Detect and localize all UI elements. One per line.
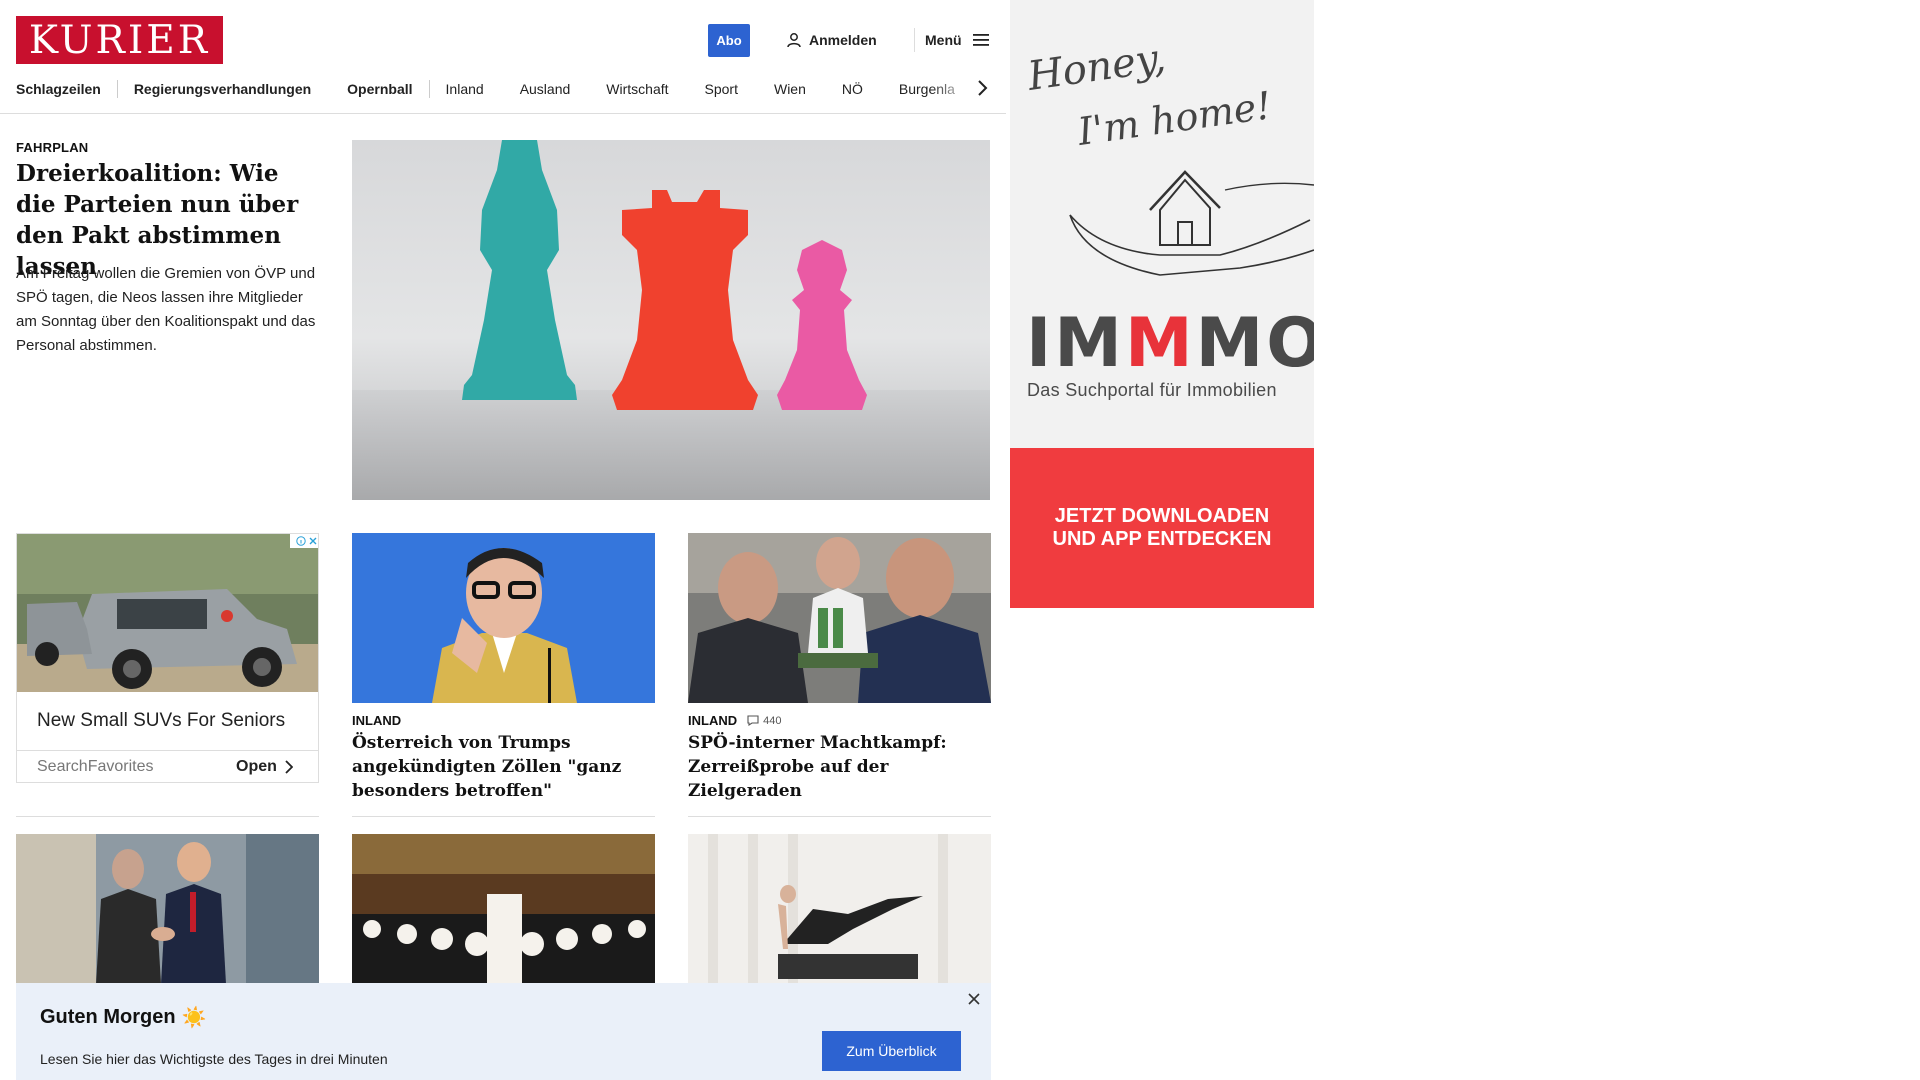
audience-illustration [688,533,991,703]
immmo-side-ad[interactable]: Honey, I'm home! IMMMO Das Suchportal fü… [1010,0,1314,608]
briefing-text: Lesen Sie hier das Wichtigste des Tages … [40,1051,388,1067]
ad-image-suv [17,534,318,692]
morning-briefing-banner: Guten Morgen ☀️ Lesen Sie hier das Wicht… [16,983,991,1080]
card-headline[interactable]: Österreich von Trumps angekündigten Zöll… [352,731,655,803]
download-app-button[interactable]: JETZT DOWNLOADEN UND APP ENTDECKEN [1010,448,1314,608]
ad-script-line-1: Honey, [1024,40,1168,100]
nav-item-ausland[interactable]: Ausland [520,81,571,97]
close-icon [309,537,317,545]
card-kicker: INLAND 440 [688,713,781,728]
ad-script-line-2: I'm home! [1074,83,1274,154]
nav-item-opernball[interactable]: Opernball [347,81,412,97]
login-label: Anmelden [809,32,877,48]
card-kicker-label: INLAND [352,713,402,728]
ad-open-label: Open [236,758,277,775]
overview-button[interactable]: Zum Überblick [822,1031,961,1071]
opernball-illustration [352,834,655,984]
chevron-right-icon [285,760,293,774]
briefing-title-text: Guten Morgen [40,1006,176,1028]
login-button[interactable]: Anmelden [786,28,877,52]
section-nav: Schlagzeilen Regierungsverhandlungen Ope… [16,76,991,102]
card-headline[interactable]: SPÖ-interner Machtkampf: Zerreißprobe au… [688,731,991,803]
menu-button[interactable]: Menü [925,28,990,52]
row-divider [352,816,655,817]
logo-text: KURIER [28,17,211,63]
info-icon [296,536,306,546]
ad-title[interactable]: New Small SUVs For Seniors [37,710,285,732]
close-icon[interactable] [966,991,982,1007]
suv-illustration [17,534,318,692]
cta-line-2: UND APP ENTDECKEN [1052,528,1272,550]
menu-label: Menü [925,32,962,48]
nav-item-schlagzeilen[interactable]: Schlagzeilen [16,81,101,97]
ad-source: SearchFavorites [37,758,154,775]
abo-button[interactable]: Abo [708,24,750,57]
immmo-logo: IMMMO [1026,310,1314,378]
briefing-title: Guten Morgen ☀️ [40,1005,206,1030]
card-image-pilates[interactable] [688,834,991,984]
user-icon [787,33,801,48]
card-kicker: INLAND [352,713,401,728]
header-divider [914,28,915,52]
card-kicker-label: INLAND [688,713,738,728]
brand-part-3: MO [1195,304,1314,383]
nav-divider [116,80,118,98]
handshake-illustration [16,834,319,984]
comment-count-value: 440 [763,714,782,727]
speaker-illustration [352,533,655,703]
kurier-logo[interactable]: KURIER [16,16,223,64]
card-image-opernball[interactable] [352,834,655,984]
lead-teaser[interactable]: Am Freitag wollen die Gremien von ÖVP un… [16,262,316,358]
cta-line-1: JETZT DOWNLOADEN [1054,505,1270,527]
nav-item-sport[interactable]: Sport [705,81,738,97]
chess-pieces-illustration [352,140,990,500]
sponsored-ad-card[interactable]: New Small SUVs For Seniors SearchFavorit… [16,533,319,783]
ad-divider [17,750,318,751]
nav-item-noe[interactable]: NÖ [842,81,863,97]
card-image-handshake[interactable] [16,834,319,984]
nav-item-inland[interactable]: Inland [446,81,484,97]
ad-open-button[interactable]: Open [236,758,293,776]
chevron-right-icon[interactable] [974,78,990,98]
sun-icon: ☀️ [181,1007,207,1029]
brand-part-2: M [1124,304,1196,383]
immmo-tagline: Das Suchportal für Immobilien [1027,380,1277,400]
hamburger-icon [972,34,989,46]
ad-choices-badge[interactable] [290,534,318,548]
nav-item-regierungsverhandlungen[interactable]: Regierungsverhandlungen [134,81,311,97]
hand-house-illustration: Honey, I'm home! [1024,40,1314,276]
comment-icon [747,715,759,726]
lead-kicker: FAHRPLAN [16,140,89,155]
brand-part-1: IM [1026,304,1125,383]
site-header: KURIER Abo Anmelden Menü Schlagzeilen Re… [0,0,1006,114]
card-image-speaker[interactable] [352,533,655,703]
pilates-illustration [688,834,991,984]
site-main: KURIER Abo Anmelden Menü Schlagzeilen Re… [0,0,1006,1080]
comment-count[interactable]: 440 [747,715,781,727]
row-divider [688,816,991,817]
nav-item-wirtschaft[interactable]: Wirtschaft [606,81,668,97]
card-image-audience[interactable] [688,533,991,703]
row-divider [16,816,319,817]
lead-image-chess-pieces[interactable] [352,140,990,500]
nav-item-wien[interactable]: Wien [774,81,806,97]
nav-divider [428,80,430,98]
